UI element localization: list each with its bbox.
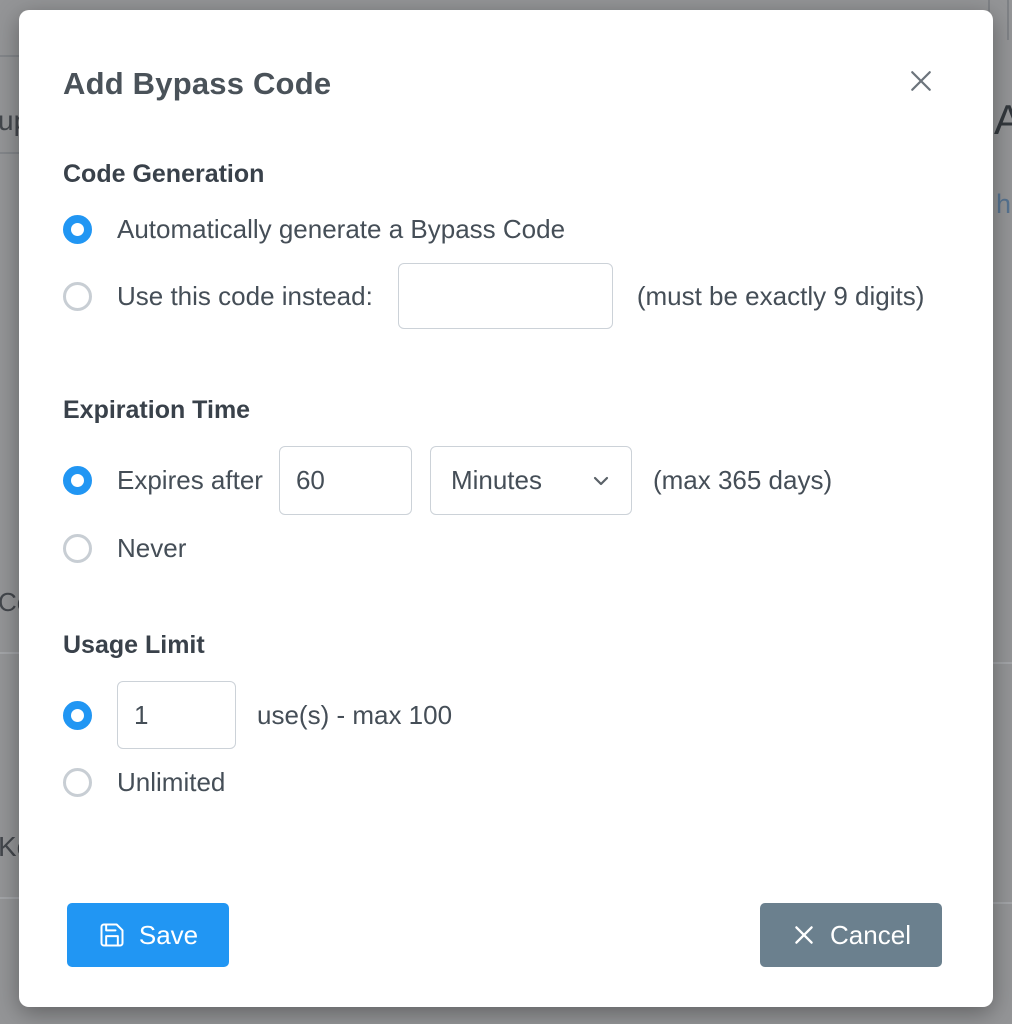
bg-divider	[993, 662, 1012, 664]
usage-count-input[interactable]	[117, 681, 236, 749]
dialog-title: Add Bypass Code	[63, 66, 331, 102]
cancel-x-icon	[791, 922, 817, 948]
auto-generate-row: Automatically generate a Bypass Code	[63, 214, 565, 244]
custom-code-note: (must be exactly 9 digits)	[637, 281, 925, 312]
bg-text-fragment: Ke	[0, 831, 20, 863]
unlimited-label[interactable]: Unlimited	[117, 767, 225, 798]
custom-code-row: Use this code instead: (must be exactly …	[63, 263, 924, 329]
unlimited-row: Unlimited	[63, 767, 225, 797]
usage-count-note: use(s) - max 100	[257, 700, 452, 731]
bg-divider	[993, 902, 1012, 904]
close-button[interactable]	[904, 64, 938, 98]
bg-text-fragment: hi	[996, 189, 1012, 220]
cancel-button[interactable]: Cancel	[760, 903, 942, 967]
expires-after-row: Expires after Minutes (max 365 days)	[63, 446, 832, 515]
save-icon	[98, 921, 126, 949]
expiration-amount-input[interactable]	[279, 446, 412, 515]
usage-limit-heading: Usage Limit	[63, 631, 205, 660]
chevron-down-icon	[589, 469, 613, 493]
auto-generate-radio[interactable]	[63, 215, 92, 244]
custom-code-label[interactable]: Use this code instead:	[117, 281, 373, 312]
code-generation-heading: Code Generation	[63, 160, 264, 189]
usage-count-radio[interactable]	[63, 701, 92, 730]
expiration-time-heading: Expiration Time	[63, 396, 250, 425]
usage-count-row: use(s) - max 100	[63, 681, 452, 749]
never-radio[interactable]	[63, 534, 92, 563]
bg-divider	[0, 897, 19, 899]
expiration-unit-select[interactable]: Minutes	[430, 446, 632, 515]
bg-divider	[0, 652, 19, 654]
save-button-label: Save	[139, 920, 198, 951]
expires-after-radio[interactable]	[63, 466, 92, 495]
bg-divider	[0, 55, 19, 57]
custom-code-input[interactable]	[398, 263, 613, 329]
save-button[interactable]: Save	[67, 903, 229, 967]
bg-text-fragment: A	[994, 96, 1012, 144]
cancel-button-label: Cancel	[830, 920, 911, 951]
expiration-unit-value: Minutes	[451, 465, 542, 496]
never-row: Never	[63, 533, 186, 563]
auto-generate-label[interactable]: Automatically generate a Bypass Code	[117, 214, 565, 245]
close-icon	[906, 66, 936, 96]
expiration-note: (max 365 days)	[653, 465, 832, 496]
custom-code-radio[interactable]	[63, 282, 92, 311]
unlimited-radio[interactable]	[63, 768, 92, 797]
add-bypass-code-dialog: Add Bypass Code Code Generation Automati…	[19, 10, 993, 1007]
expires-after-label[interactable]: Expires after	[117, 465, 263, 496]
bg-divider	[1007, 0, 1009, 40]
bg-divider	[0, 152, 19, 154]
never-label[interactable]: Never	[117, 533, 186, 564]
